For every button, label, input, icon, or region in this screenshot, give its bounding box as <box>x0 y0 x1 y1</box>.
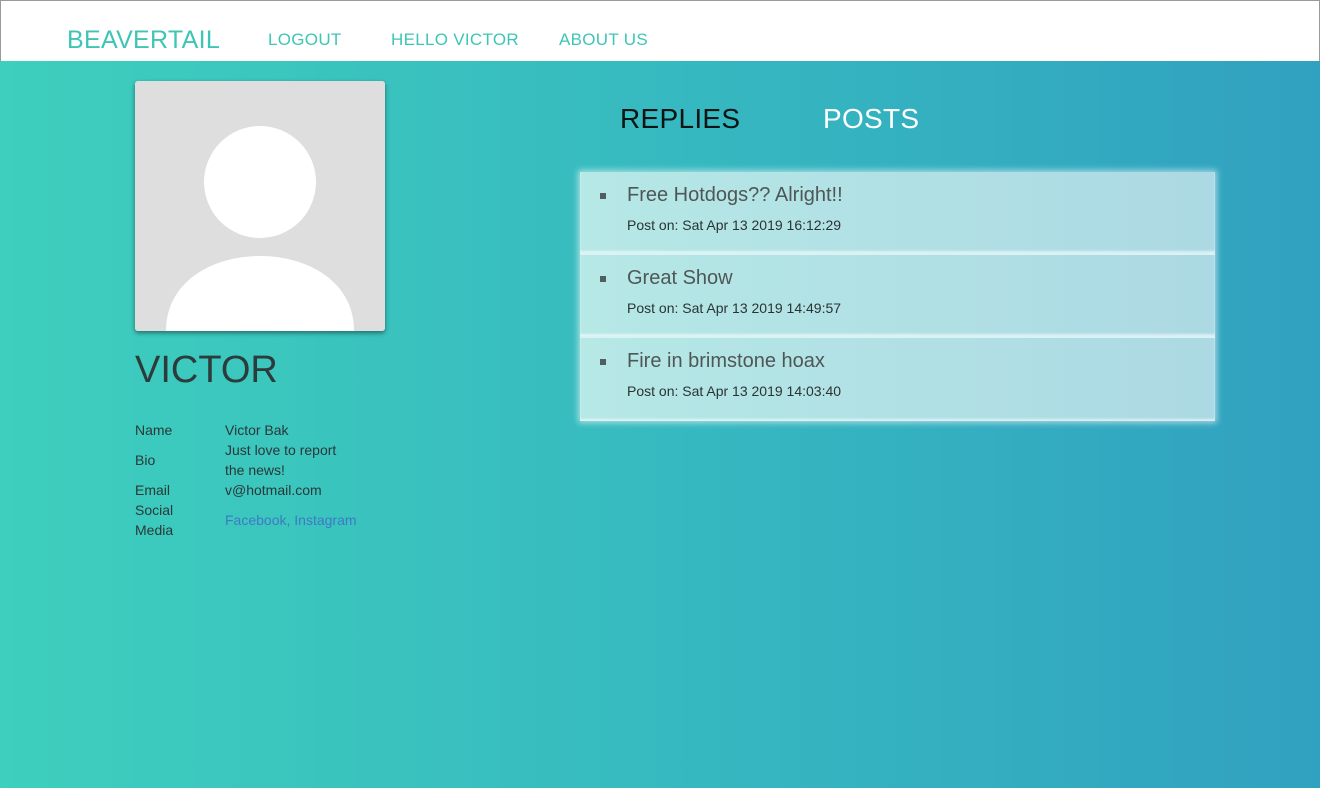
list-item[interactable]: Great Show Post on: Sat Apr 13 2019 14:4… <box>580 255 1215 338</box>
post-date: Post on: Sat Apr 13 2019 14:03:40 <box>627 383 842 399</box>
post-title-link[interactable]: Fire in brimstone hoax <box>627 349 825 373</box>
profile-display-name: VICTOR <box>135 349 278 391</box>
avatar <box>135 81 385 331</box>
list-item[interactable]: Free Hotdogs?? Alright!! Post on: Sat Ap… <box>580 172 1215 255</box>
list-item[interactable]: Fire in brimstone hoax Post on: Sat Apr … <box>580 338 1215 421</box>
top-navbar: BEAVERTAIL LOGOUT HELLO VICTOR ABOUT US <box>0 0 1320 61</box>
bio-value: Just love to report the news! <box>225 442 337 478</box>
tab-replies[interactable]: REPLIES <box>620 102 740 136</box>
facebook-link[interactable]: Facebook <box>225 512 286 528</box>
brand-logo-link[interactable]: BEAVERTAIL <box>67 26 220 54</box>
logout-link[interactable]: LOGOUT <box>268 30 342 50</box>
posts-list: Free Hotdogs?? Alright!! Post on: Sat Ap… <box>580 172 1215 421</box>
bio-label: Bio <box>135 452 156 468</box>
name-label: Name <box>135 422 173 438</box>
instagram-link[interactable]: Instagram <box>294 512 356 528</box>
about-us-link[interactable]: ABOUT US <box>559 30 648 50</box>
post-date: Post on: Sat Apr 13 2019 16:12:29 <box>627 217 842 233</box>
bullet-icon <box>600 276 606 282</box>
post-date: Post on: Sat Apr 13 2019 14:49:57 <box>627 300 842 316</box>
tab-posts[interactable]: POSTS <box>823 102 919 136</box>
bullet-icon <box>600 193 606 199</box>
post-title-link[interactable]: Free Hotdogs?? Alright!! <box>627 183 843 207</box>
hello-user-link[interactable]: HELLO VICTOR <box>391 30 519 50</box>
post-title-link[interactable]: Great Show <box>627 266 733 290</box>
user-silhouette-icon <box>135 81 385 331</box>
email-value: v@hotmail.com <box>225 482 322 498</box>
bullet-icon <box>600 359 606 365</box>
email-label: Email <box>135 482 171 498</box>
social-media-links: Facebook, Instagram <box>225 510 385 530</box>
social-media-label: Social Media <box>135 502 174 538</box>
name-value: Victor Bak <box>225 422 289 438</box>
